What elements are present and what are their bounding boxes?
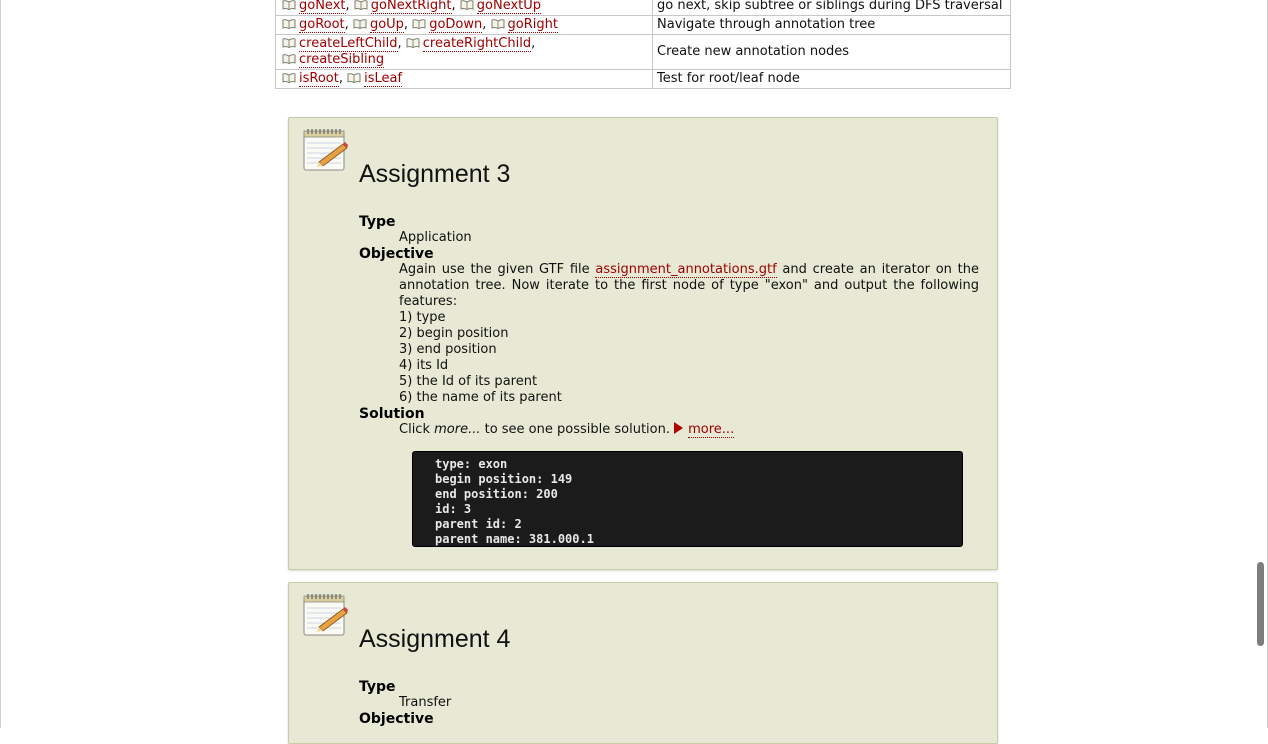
objective-text-1: Again use the given GTF file	[399, 262, 596, 277]
function-item: goNextRight	[354, 0, 452, 14]
objective-text: Again use the given GTF file assignment_…	[399, 262, 979, 406]
function-item: goUp	[353, 17, 404, 33]
book-icon	[406, 36, 423, 51]
function-item: goRight	[491, 17, 558, 33]
function-item: goNext	[282, 0, 346, 14]
code-line: parent id: 2	[435, 517, 522, 531]
scrollbar[interactable]	[1254, 0, 1266, 728]
description-cell: Test for root/leaf node	[652, 69, 1011, 89]
book-icon	[282, 36, 299, 51]
function-link-goNextRight[interactable]: goNextRight	[370, 0, 452, 14]
table-row: goRoot, goUp, goDown, goRight Navigate th…	[275, 15, 1011, 35]
function-link-isRoot[interactable]: isRoot	[299, 71, 339, 87]
type-label: Type	[359, 214, 396, 230]
expand-arrow-icon[interactable]	[674, 422, 684, 434]
book-icon	[460, 0, 477, 13]
function-link-goRight[interactable]: goRight	[507, 17, 558, 33]
assignment-title: Assignment 3	[359, 160, 511, 188]
solution-label: Solution	[359, 406, 425, 422]
table-row: goNext, goNextRight, goNextUp go next, sk…	[275, 0, 1011, 16]
solution-suffix: to see one possible solution.	[480, 422, 670, 437]
feature-item: 1) type	[399, 310, 446, 325]
feature-item: 4) its Id	[399, 358, 449, 373]
assignment-title: Assignment 4	[359, 625, 511, 653]
notepad-icon	[303, 129, 348, 171]
function-link-goRoot[interactable]: goRoot	[299, 17, 345, 33]
feature-item: 5) the Id of its parent	[399, 374, 538, 389]
code-line: type: exon	[435, 457, 508, 471]
code-line: parent name: 381.000.1	[435, 532, 594, 546]
function-link-isLeaf[interactable]: isLeaf	[364, 71, 403, 87]
function-link-goNext[interactable]: goNext	[299, 0, 346, 14]
book-icon	[347, 71, 364, 86]
assignment-4-box: Assignment 4 Type Transfer Objective	[288, 582, 998, 744]
function-cell: goNext, goNextRight, goNextUp	[275, 0, 653, 16]
function-item: createRightChild	[406, 36, 532, 52]
feature-item: 2) begin position	[399, 326, 509, 341]
book-icon	[354, 0, 371, 13]
book-icon	[282, 17, 299, 32]
function-link-createLeftChild[interactable]: createLeftChild	[299, 36, 398, 52]
scrollbar-thumb[interactable]	[1257, 562, 1264, 646]
function-item: goRoot	[282, 17, 345, 33]
function-link-goDown[interactable]: goDown	[429, 17, 483, 33]
function-link-createSibling[interactable]: createSibling	[299, 52, 385, 68]
solution-text: Click more... to see one possible soluti…	[399, 422, 979, 438]
function-table: goNext, goNextRight, goNextUp go next, sk…	[275, 0, 1011, 89]
solution-prefix: Click	[399, 422, 435, 437]
assignment-3-box: Assignment 3 Type Application Objective …	[288, 117, 998, 570]
type-value: Application	[399, 230, 472, 245]
assignment-details: Type Transfer Objective	[359, 679, 979, 727]
type-label: Type	[359, 679, 396, 695]
book-icon	[282, 52, 299, 67]
function-item: isLeaf	[347, 71, 403, 87]
assignment-details: Type Application Objective Again use the…	[359, 214, 979, 438]
function-item: createSibling	[282, 52, 385, 68]
features-list: 1) type 2) begin position 3) end position 4…	[399, 310, 979, 406]
function-cell: goRoot, goUp, goDown, goRight	[275, 15, 653, 35]
book-icon	[412, 17, 429, 32]
function-item: isRoot	[282, 71, 339, 87]
description-cell: go next, skip subtree or siblings during…	[652, 0, 1011, 16]
description-cell: Create new annotation nodes	[652, 34, 1011, 70]
function-item: goNextUp	[460, 0, 542, 14]
function-cell: createLeftChild, createRightChild, creat…	[275, 34, 653, 70]
code-line: end position: 200	[435, 487, 558, 501]
solution-code-block: type: exon begin position: 149 end positio…	[412, 451, 963, 547]
notepad-icon	[303, 594, 348, 636]
description-cell: Navigate through annotation tree	[652, 15, 1011, 35]
code-line: begin position: 149	[435, 472, 573, 486]
book-icon	[353, 17, 370, 32]
more-link[interactable]: more...	[688, 422, 735, 438]
function-link-goUp[interactable]: goUp	[369, 17, 404, 33]
code-line: id: 3	[435, 502, 472, 516]
gtf-file-link[interactable]: assignment_annotations.gtf	[595, 262, 777, 278]
function-cell: isRoot, isLeaf	[275, 69, 653, 89]
function-item: goDown	[412, 17, 483, 33]
solution-emphasis: more...	[434, 422, 481, 437]
page-border-left	[0, 0, 1, 728]
book-icon	[491, 17, 508, 32]
table-row: createLeftChild, createRightChild, creat…	[275, 34, 1011, 70]
feature-item: 6) the name of its parent	[399, 390, 562, 405]
function-link-goNextUp[interactable]: goNextUp	[476, 0, 542, 14]
type-value: Transfer	[399, 695, 452, 710]
book-icon	[282, 0, 299, 13]
function-item: createLeftChild	[282, 36, 398, 52]
table-row: isRoot, isLeaf Test for root/leaf node	[275, 69, 1011, 89]
function-link-createRightChild[interactable]: createRightChild	[422, 36, 532, 52]
feature-item: 3) end position	[399, 342, 497, 357]
objective-label: Objective	[359, 711, 434, 727]
objective-label: Objective	[359, 246, 434, 262]
book-icon	[282, 71, 299, 86]
